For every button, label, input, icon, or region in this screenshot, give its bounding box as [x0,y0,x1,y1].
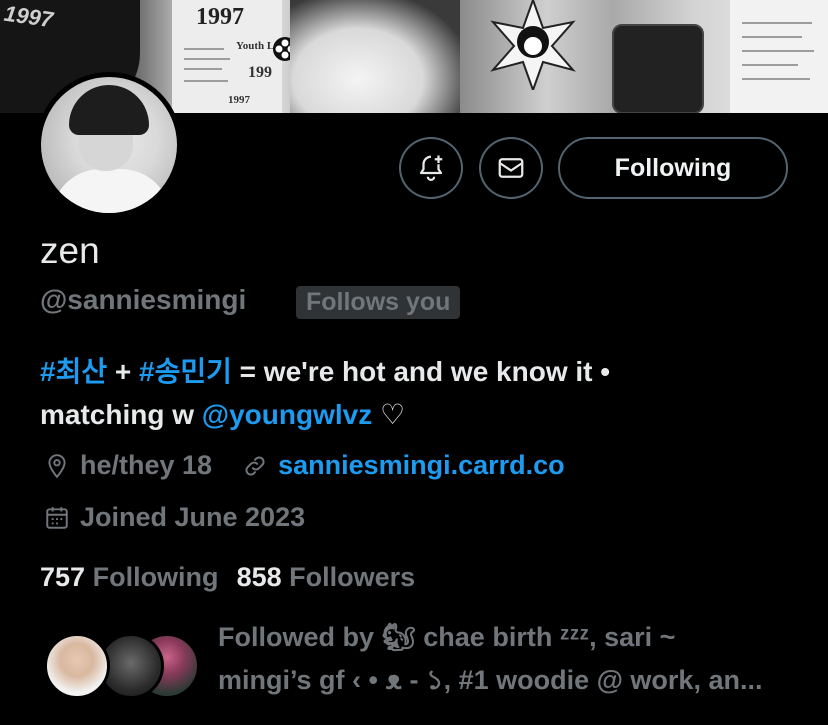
profile-avatar[interactable] [36,72,182,218]
banner-doc-rule [742,64,798,66]
location-row: he/they 18 sanniesmingi.carrd.co [44,450,565,481]
followed-by-text[interactable]: Followed by 🐿 chae birth ᶻᶻᶻ, sari ~ min… [218,616,808,702]
following-count: 757 [40,562,86,592]
calendar-icon [46,506,68,529]
display-name: zen [40,230,100,271]
banner-star-sticker [490,0,576,90]
location-text: he/they 18 [80,450,213,480]
banner-paper-line: 1997 [228,94,250,106]
following-button[interactable]: Following [558,137,788,199]
username-handle: @sanniesmingi [40,284,247,315]
banner-doc-rule [742,22,812,24]
joined-text: Joined June 2023 [80,502,306,532]
followers-count-link[interactable]: 858 Followers [237,562,416,593]
banner-doc-rule [742,36,802,38]
bio-text: + [107,356,140,387]
banner-paper-rule [184,48,224,50]
banner-document [730,0,828,113]
location-pin-icon [48,453,66,478]
avatar-body [51,169,171,213]
banner-phone [612,24,704,113]
bio-text: matching w [40,399,202,430]
banner-fur [290,0,460,113]
notify-button[interactable] [399,137,463,199]
banner-paper-line: 199 [248,64,272,81]
hashtag-link[interactable]: #최산 [40,356,107,387]
banner-doc-rule [742,50,814,52]
follower-avatar [44,633,110,699]
followed-by-line: Followed by 🐿 chae birth ᶻᶻᶻ, sari ~ [218,622,676,652]
banner-paper-year: 1997 [196,4,244,30]
mention-link[interactable]: @youngwlvz [202,399,372,430]
avatar-photo [41,77,177,213]
hashtag-link[interactable]: #송민기 [139,356,232,387]
bio-heart: ♡ [372,399,406,430]
bell-plus-icon [419,155,443,181]
link-icon [245,456,265,475]
follows-you-badge: Follows you [296,286,461,319]
banner-paper-rule [184,80,228,82]
bio-text: = we're hot and we know it • [231,356,611,387]
followers-you-know-avatars[interactable] [44,633,204,699]
avatar-hair [69,85,149,135]
following-count-link[interactable]: 757 Following [40,562,219,593]
followers-label: Followers [289,562,416,592]
profile-bio: #최산 + #송민기 = we're hot and we know it • … [40,350,800,436]
banner-paper-rule [184,58,230,60]
envelope-icon [498,158,524,178]
followed-by-line: mingi’s gf ‹ • ᴥ - ১, #1 woodie @ work, … [218,665,763,695]
message-button[interactable] [479,137,543,199]
website-link[interactable]: sanniesmingi.carrd.co [278,450,565,481]
banner-doc-rule [742,78,810,80]
banner-paper-rule [184,68,222,70]
followers-count: 858 [236,562,282,592]
following-label: Following [92,562,219,592]
follow-counts: 757 Following 858 Followers [40,562,415,593]
joined-row: Joined June 2023 [44,502,305,533]
